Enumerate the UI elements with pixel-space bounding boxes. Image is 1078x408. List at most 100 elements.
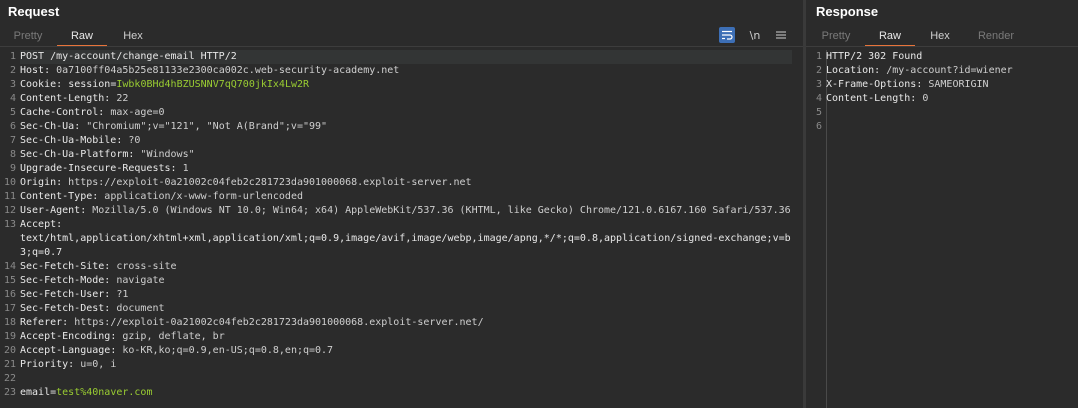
editor-line[interactable]: 18 Referer: https://exploit-0a21002c04feb… [2,316,484,330]
editor-line[interactable]: 8 Sec-Ch-Ua-Platform: "Windows" [2,148,195,162]
header-line: Origin: https://exploit-0a21002c04feb2c2… [20,177,472,188]
editor-line[interactable]: 5 [808,106,826,120]
newline-toggle-button[interactable]: \n [747,27,763,43]
editor-line[interactable]: 14 Sec-Fetch-Site: cross-site [2,260,177,274]
header-name: Sec-Fetch-Mode [20,275,105,286]
header-value: "Windows" [134,149,195,160]
editor-line[interactable]: 12 User-Agent: Mozilla/5.0 (Windows NT 10… [2,204,791,218]
line-number: 2 [815,65,822,76]
editor-line[interactable]: 6 Sec-Ch-Ua: "Chromium";v="121", "Not A(B… [2,120,327,134]
editor-line[interactable]: 4 Content-Length: 0 [808,92,928,106]
header-value: application/x-www-form-urlencoded [98,191,303,202]
editor-line[interactable]: 3 X-Frame-Options: SAMEORIGIN [808,78,989,92]
editor-line[interactable]: 23 email=test%40naver.com [2,386,153,400]
header-line: Content-Length: 22 [20,93,128,104]
tab-hex[interactable]: Hex [113,27,153,45]
editor-line[interactable]: 5 Cache-Control: max-age=0 [2,106,165,120]
editor-line[interactable]: 22 [2,372,20,386]
line-number: 21 [3,359,16,370]
tab-raw[interactable]: Raw [57,27,107,47]
tab-render[interactable]: Render [970,27,1022,45]
header-line: Sec-Ch-Ua: "Chromium";v="121", "Not A(Br… [20,121,327,132]
wrap-lines-icon[interactable] [719,27,735,43]
line-number: 16 [3,289,16,300]
text-line: 3;q=0.7 [20,247,63,258]
editor-line[interactable]: 9 Upgrade-Insecure-Requests: 1 [2,162,189,176]
text-line: POST /my-account/change-email HTTP/2 [20,51,237,62]
response-panel: Response Pretty Raw Hex Render 1 HTTP/2 3… [806,0,1078,408]
line-number: 18 [3,317,16,328]
editor-line[interactable]: 4 Content-Length: 22 [2,92,128,106]
line-number: 3 [9,79,16,90]
header-name: Accept-Encoding [20,331,111,342]
text-line: text/html,application/xhtml+xml,applicat… [20,233,791,244]
header-name: Sec-Fetch-User [20,289,105,300]
line-number: 2 [9,65,16,76]
header-value: ?0 [122,135,141,146]
editor-line[interactable]: 16 Sec-Fetch-User: ?1 [2,288,128,302]
header-value: max-age=0 [104,107,165,118]
editor-line[interactable]: 1 HTTP/2 302 Found [808,50,922,64]
editor-line[interactable]: 17 Sec-Fetch-Dest: document [2,302,165,316]
line-number: 12 [3,205,16,216]
tabs-divider [806,46,1078,47]
editor-line[interactable]: 1 POST /my-account/change-email HTTP/2 [2,50,792,64]
header-name: Origin [20,177,57,188]
editor-line[interactable]: 6 [808,120,826,134]
request-editor[interactable]: 1 POST /my-account/change-email HTTP/2 2 Ho… [0,50,803,408]
header-value: 0a7100ff04a5b25e81133e2300ca002c.web-sec… [50,65,400,76]
response-editor[interactable]: 1 HTTP/2 302 Found 2 Location: /my-account?… [806,50,1078,408]
header-line: Cache-Control: max-age=0 [20,107,165,118]
line-number: 13 [3,219,16,230]
line-number: 1 [815,51,822,62]
header-value: navigate [110,275,165,286]
param-value: test%40naver.com [56,387,153,398]
header-line: User-Agent: Mozilla/5.0 (Windows NT 10.0… [20,205,791,216]
header-line: Sec-Ch-Ua-Mobile: ?0 [20,135,140,146]
editor-line[interactable]: 10 Origin: https://exploit-0a21002c04feb2… [2,176,472,190]
header-line: Content-Length: 0 [826,93,928,104]
editor-line[interactable]: 3;q=0.7 [2,246,62,260]
editor-line[interactable]: 7 Sec-Ch-Ua-Mobile: ?0 [2,134,140,148]
header-name: Accept [20,219,57,230]
editor-line[interactable]: 15 Sec-Fetch-Mode: navigate [2,274,165,288]
header-colon: : [56,219,63,230]
line-number: 4 [9,93,16,104]
header-value: "Chromium";v="121", "Not A(Brand";v="99" [80,121,328,132]
editor-line[interactable]: 13 Accept: [2,218,62,232]
tab-pretty[interactable]: Pretty [814,27,858,45]
line-number: 9 [9,163,16,174]
editor-line[interactable]: 20 Accept-Language: ko-KR,ko;q=0.9,en-US;… [2,344,333,358]
editor-line[interactable]: text/html,application/xhtml+xml,applicat… [2,232,791,246]
line-number: 22 [3,373,16,384]
editor-line[interactable]: 2 Location: /my-account?id=wiener [808,64,1013,78]
editor-line[interactable]: 11 Content-Type: application/x-www-form-u… [2,190,303,204]
editor-line[interactable]: 21 Priority: u=0, i [2,358,116,372]
line-number: 20 [3,345,16,356]
header-line: Priority: u=0, i [20,359,116,370]
header-value: https://exploit-0a21002c04feb2c281723da9… [62,177,472,188]
editor-line[interactable]: 3 Cookie: session=Iwbk0BHd4hBZUSNNV7qQ700… [2,78,309,92]
hamburger-menu-icon[interactable] [773,27,789,43]
tab-raw[interactable]: Raw [865,27,915,47]
header-line: Sec-Fetch-Mode: navigate [20,275,165,286]
line-number: 8 [9,149,16,160]
header-value: document [110,303,165,314]
param-name: email [20,387,51,398]
line-number: 14 [3,261,16,272]
line-number: 3 [815,79,822,90]
tab-pretty[interactable]: Pretty [6,27,50,45]
header-name: User-Agent [20,205,81,216]
tab-hex[interactable]: Hex [920,27,960,45]
header-line: Sec-Fetch-Site: cross-site [20,261,177,272]
header-line: Location: /my-account?id=wiener [826,65,1013,76]
header-value: ko-KR,ko;q=0.9,en-US;q=0.8,en;q=0.7 [116,345,334,356]
header-line: Accept-Encoding: gzip, deflate, br [20,331,225,342]
line-number: 19 [3,331,16,342]
editor-line[interactable]: 19 Accept-Encoding: gzip, deflate, br [2,330,225,344]
header-name: Content-Length [826,93,911,104]
header-name: Cookie [20,79,57,90]
header-name: Accept-Language [20,345,111,356]
line-number: 5 [815,107,822,118]
editor-line[interactable]: 2 Host: 0a7100ff04a5b25e81133e2300ca002c.… [2,64,399,78]
